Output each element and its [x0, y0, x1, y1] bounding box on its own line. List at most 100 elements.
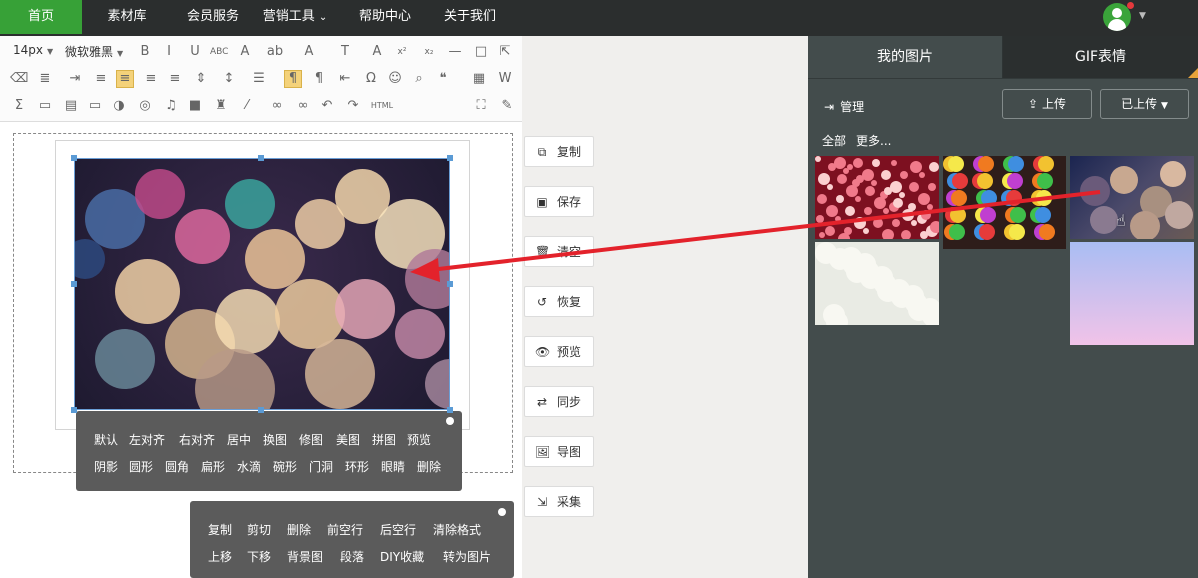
resize-handle[interactable] — [258, 155, 264, 161]
font-family-select[interactable]: 微软雅黑 ▼ — [65, 43, 123, 60]
format-select-icon[interactable]: ≣ — [36, 70, 54, 88]
thumbnail-red-bokeh[interactable] — [815, 156, 939, 239]
nav-marketing-tools[interactable]: 营销工具 ⌄ — [258, 0, 332, 34]
italic-icon[interactable]: I — [160, 43, 178, 61]
camera-icon[interactable]: ■ — [186, 97, 204, 115]
resize-handle[interactable] — [447, 155, 453, 161]
popup-option[interactable]: 清除格式 — [433, 521, 481, 538]
bold-icon[interactable]: B — [136, 43, 154, 61]
indent-icon[interactable]: ⇥ — [66, 70, 84, 88]
tab-gif-emoji[interactable]: GIF表情 — [1003, 36, 1198, 78]
popup-close-dot[interactable] — [498, 508, 506, 516]
popup-option[interactable]: 前空行 — [327, 521, 363, 538]
popup-option[interactable]: 换图 — [263, 431, 287, 448]
image-icon[interactable]: ▭ — [36, 97, 54, 115]
popup-option[interactable]: 右对齐 — [179, 431, 215, 448]
popup-option[interactable]: 环形 — [345, 458, 369, 475]
resize-handle[interactable] — [447, 281, 453, 287]
popup-option[interactable]: 复制 — [208, 521, 232, 538]
unlink-icon[interactable]: ∞ — [294, 97, 312, 115]
popup-option[interactable]: 碗形 — [273, 458, 297, 475]
resize-handle[interactable] — [71, 155, 77, 161]
superscript-icon[interactable]: x² — [393, 43, 411, 61]
copy-button[interactable]: ⧉ 复制 — [524, 136, 594, 167]
nav-material-library[interactable]: 素材库 — [90, 0, 164, 34]
popup-option[interactable]: 扁形 — [201, 458, 225, 475]
popup-option[interactable]: 左对齐 — [129, 431, 165, 448]
popup-option[interactable]: 预览 — [407, 431, 431, 448]
popup-option[interactable]: 转为图片 — [443, 548, 491, 565]
thumbnail-white-roses[interactable] — [815, 242, 939, 325]
popup-option[interactable]: 段落 — [340, 548, 364, 565]
uploaded-dropdown[interactable]: 已上传 ▼ — [1100, 89, 1189, 119]
nav-help-center[interactable]: 帮助中心 — [348, 0, 422, 34]
nav-home[interactable]: 首页 — [0, 0, 82, 34]
align-left-icon[interactable]: ≡ — [92, 70, 110, 88]
horizontal-rule-icon[interactable]: — — [446, 43, 464, 61]
font-color-icon[interactable]: A — [236, 43, 254, 61]
filter-all[interactable]: 全部 — [822, 132, 846, 149]
list-style-icon[interactable]: ☰ — [250, 70, 268, 88]
caret-down-icon[interactable]: ▼ — [1139, 11, 1146, 21]
text-indent-icon[interactable]: ⇤ — [336, 70, 354, 88]
popup-option[interactable]: 阴影 — [94, 458, 118, 475]
rtl-icon[interactable]: ¶ — [310, 70, 328, 88]
popup-option[interactable]: 上移 — [208, 548, 232, 565]
sync-button[interactable]: ⇄ 同步 — [524, 386, 594, 417]
trash-button[interactable]: 🗑 清空 — [524, 236, 594, 267]
popup-option[interactable]: 水滴 — [237, 458, 261, 475]
html-icon[interactable]: HTML — [370, 97, 394, 115]
popup-option[interactable]: 删除 — [287, 521, 311, 538]
align-right-icon[interactable]: ≡ — [142, 70, 160, 88]
word-icon[interactable]: W — [496, 70, 514, 88]
popup-option[interactable]: 背景图 — [287, 548, 323, 565]
import-image-button[interactable]: 🖼 导图 — [524, 436, 594, 467]
save-button[interactable]: ▣ 保存 — [524, 186, 594, 217]
popup-option[interactable]: 后空行 — [380, 521, 416, 538]
resize-handle[interactable] — [71, 407, 77, 413]
popup-close-dot[interactable] — [446, 417, 454, 425]
find-icon[interactable]: ⌕ — [410, 70, 428, 88]
popup-option[interactable]: 圆角 — [165, 458, 189, 475]
magic-wand-icon[interactable]: ⁄ — [238, 97, 256, 115]
subscript-icon[interactable]: x₂ — [420, 43, 438, 61]
underline-icon[interactable]: U — [186, 43, 204, 61]
thumbnail-pastel-gradient[interactable] — [1070, 242, 1194, 345]
video-icon[interactable]: ▭ — [86, 97, 104, 115]
redo-icon[interactable]: ↷ — [344, 97, 362, 115]
resize-handle[interactable] — [71, 281, 77, 287]
map-icon[interactable]: ◎ — [136, 97, 154, 115]
popup-option[interactable]: 剪切 — [247, 521, 271, 538]
font-scale-icon[interactable]: A — [368, 43, 386, 61]
highlight-icon[interactable]: ab — [266, 43, 284, 61]
nav-member-service[interactable]: 会员服务 — [176, 0, 250, 34]
emoji-icon[interactable]: ☺ — [386, 70, 404, 88]
text-transform-icon[interactable]: T — [336, 43, 354, 61]
strikethrough-icon[interactable]: ABC — [210, 43, 228, 61]
sum-icon[interactable]: Σ — [10, 97, 28, 115]
eraser-icon[interactable]: ⌫ — [10, 70, 28, 88]
restore-button[interactable]: ↺ 恢复 — [524, 286, 594, 317]
multi-image-icon[interactable]: ▤ — [62, 97, 80, 115]
quote-icon[interactable]: ❝ — [434, 70, 452, 88]
eye-button[interactable]: 👁 预览 — [524, 336, 594, 367]
stamp-icon[interactable]: ♜ — [212, 97, 230, 115]
export-icon[interactable]: ⇱ — [496, 43, 514, 61]
justify-icon[interactable]: ≡ — [166, 70, 184, 88]
fullscreen-icon[interactable]: ⛶ — [472, 97, 490, 115]
palette-icon[interactable]: ◑ — [110, 97, 128, 115]
table-icon[interactable]: ▦ — [470, 70, 488, 88]
collect-button[interactable]: ⇲ 采集 — [524, 486, 594, 517]
omega-icon[interactable]: Ω — [362, 70, 380, 88]
popup-option[interactable]: 眼睛 — [381, 458, 405, 475]
popup-option[interactable]: 圆形 — [129, 458, 153, 475]
popup-option[interactable]: 美图 — [336, 431, 360, 448]
resize-handle[interactable] — [447, 407, 453, 413]
popup-option[interactable]: DIY收藏 — [380, 548, 424, 565]
text-border-icon[interactable]: A — [300, 43, 318, 61]
blank-page-icon[interactable]: □ — [472, 43, 490, 61]
thumbnail-candy-balls[interactable] — [943, 156, 1066, 249]
filter-more[interactable]: 更多... — [856, 132, 891, 149]
tab-my-images[interactable]: 我的图片 — [808, 36, 1003, 78]
popup-option[interactable]: 删除 — [417, 458, 441, 475]
